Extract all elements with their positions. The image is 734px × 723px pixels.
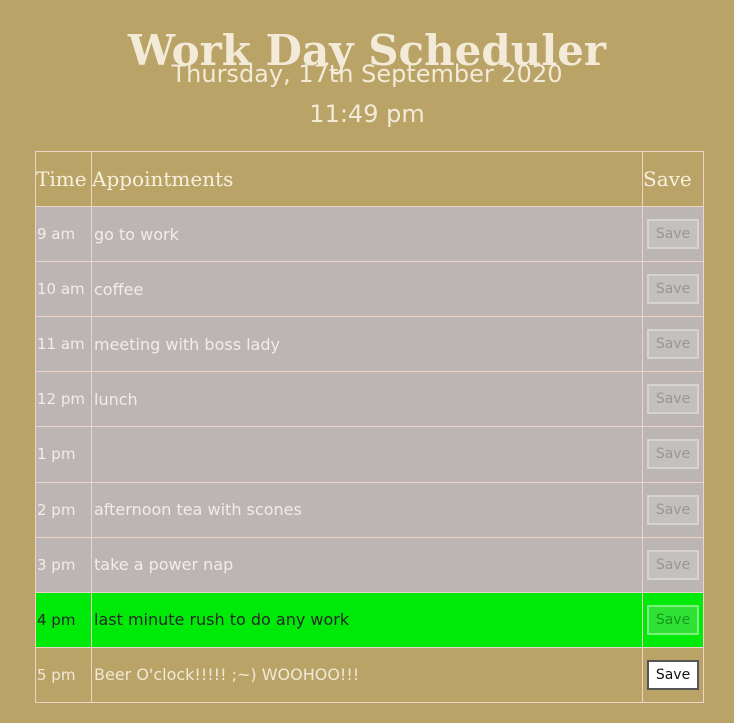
appointment-input[interactable]	[92, 648, 642, 702]
appointment-input[interactable]	[92, 207, 642, 261]
hour-row-3pm: 3 pm Save	[35, 536, 704, 593]
save-cell: Save	[642, 316, 704, 373]
appointment-input[interactable]	[92, 317, 642, 371]
appointment-cell	[91, 646, 643, 704]
save-button[interactable]: Save	[647, 549, 699, 580]
hour-row-5pm: 5 pm Save	[35, 646, 704, 704]
appointment-cell	[91, 426, 643, 483]
appointment-input[interactable]	[92, 427, 642, 482]
save-cell: Save	[642, 646, 704, 704]
hour-label: 5 pm	[35, 646, 92, 704]
hour-label: 9 am	[35, 205, 92, 263]
save-cell: Save	[642, 371, 704, 428]
hour-row-2pm: 2 pm Save	[35, 481, 704, 538]
save-cell: Save	[642, 261, 704, 318]
save-button[interactable]: Save	[647, 659, 699, 690]
save-cell: Save	[642, 536, 704, 593]
current-time: 11:49 pm	[309, 100, 425, 128]
hour-row-4pm: 4 pm Save	[35, 591, 704, 648]
save-column-header: Save	[642, 151, 704, 207]
appointment-input[interactable]	[92, 262, 642, 316]
hour-label: 3 pm	[35, 536, 92, 593]
appointment-input[interactable]	[92, 593, 642, 647]
hour-label: 4 pm	[35, 591, 92, 648]
appointment-cell	[91, 205, 643, 263]
hour-row-9am: 9 am Save	[35, 205, 704, 263]
appointment-input[interactable]	[92, 372, 642, 426]
hour-label: 10 am	[35, 261, 92, 318]
save-button[interactable]: Save	[647, 384, 699, 415]
appointment-input[interactable]	[92, 538, 642, 592]
hour-label: 1 pm	[35, 426, 92, 483]
appointment-cell	[91, 371, 643, 428]
appointment-cell	[91, 261, 643, 318]
appointment-cell	[91, 481, 643, 538]
hour-label: 12 pm	[35, 371, 92, 428]
appointment-cell	[91, 591, 643, 648]
appointment-cell	[91, 316, 643, 373]
hour-label: 11 am	[35, 316, 92, 373]
time-column-header: Time	[35, 151, 92, 207]
appointment-cell	[91, 536, 643, 593]
hour-row-11am: 11 am Save	[35, 316, 704, 373]
save-cell: Save	[642, 481, 704, 538]
hour-row-1pm: 1 pm Save	[35, 426, 704, 483]
hour-row-12pm: 12 pm Save	[35, 371, 704, 428]
save-button[interactable]: Save	[647, 604, 699, 635]
hour-label: 2 pm	[35, 481, 92, 538]
hour-row-10am: 10 am Save	[35, 261, 704, 318]
save-button[interactable]: Save	[647, 494, 699, 525]
save-button[interactable]: Save	[647, 439, 699, 470]
current-date: Thursday, 17th September 2020	[171, 60, 563, 88]
save-button[interactable]: Save	[647, 329, 699, 360]
save-cell: Save	[642, 591, 704, 648]
save-button[interactable]: Save	[647, 219, 699, 250]
appointments-column-header: Appointments	[91, 151, 643, 207]
save-cell: Save	[642, 426, 704, 483]
save-button[interactable]: Save	[647, 274, 699, 305]
save-cell: Save	[642, 205, 704, 263]
scheduler-table: Time Appointments Save 9 am Save 10 am S…	[35, 151, 704, 704]
appointment-input[interactable]	[92, 483, 642, 537]
table-header-row: Time Appointments Save	[35, 151, 704, 207]
